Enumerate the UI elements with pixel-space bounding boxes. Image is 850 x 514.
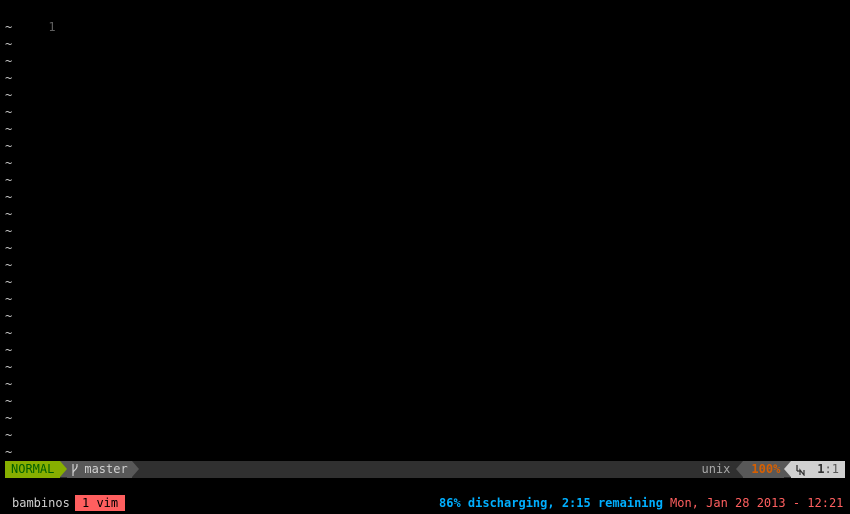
branch-name: master — [84, 462, 128, 476]
empty-line: ~ — [0, 444, 850, 460]
empty-line-marker: ~ — [5, 377, 13, 391]
empty-line-marker: ~ — [5, 258, 13, 272]
tmux-window-tab[interactable]: 1 vim — [75, 495, 126, 511]
empty-line-marker: ~ — [5, 428, 13, 442]
cursor-column: 1 — [831, 462, 839, 476]
empty-line: ~ — [0, 206, 850, 223]
empty-line: ~ — [0, 393, 850, 410]
empty-line: ~ — [0, 308, 850, 325]
empty-line-marker: ~ — [5, 88, 13, 102]
scroll-percent: 100% — [743, 461, 785, 478]
empty-line: ~ — [0, 223, 850, 240]
cursor-line: 1 — [817, 462, 825, 476]
powerline-separator — [784, 461, 792, 477]
empty-line-marker: ~ — [5, 139, 13, 153]
empty-line-marker: ~ — [5, 20, 13, 34]
empty-line: ~ — [0, 427, 850, 444]
editor-buffer[interactable]: 1 ~ ~ ~ ~ ~ ~ ~ ~ ~ ~ ~ ~ ~ ~ ~ ~ ~ ~ ~ ~ ~ ~ ~ ~ ~ ~ — [0, 2, 850, 460]
empty-line-marker: ~ — [5, 309, 13, 323]
vim-statusline: NORMAL master unix 100% 1:1 — [5, 461, 845, 478]
empty-line-marker: ~ — [5, 207, 13, 221]
buffer-line-1[interactable]: 1 — [0, 2, 850, 34]
empty-line: ~ — [0, 87, 850, 104]
battery-status: 86% discharging, 2:15 remaining — [439, 496, 663, 510]
empty-line-marker: ~ — [5, 173, 13, 187]
empty-line-marker: ~ — [5, 105, 13, 119]
empty-line-marker: ~ — [5, 190, 13, 204]
terminal-window: 1 ~ ~ ~ ~ ~ ~ ~ ~ ~ ~ ~ ~ ~ ~ ~ ~ ~ ~ ~ ~ ~ ~ ~ ~ ~ ~ NORMAL mast… — [0, 0, 850, 514]
empty-line: ~ — [0, 138, 850, 155]
empty-line: ~ — [0, 257, 850, 274]
powerline-separator — [131, 461, 139, 477]
empty-line-marker: ~ — [5, 343, 13, 357]
tmux-status-bar: bambinos 1 vim 86% discharging, 2:15 rem… — [0, 494, 850, 512]
empty-line: ~ — [0, 342, 850, 359]
empty-line-marker: ~ — [5, 326, 13, 340]
empty-line-marker: ~ — [5, 54, 13, 68]
empty-line: ~ — [0, 291, 850, 308]
empty-line: ~ — [0, 189, 850, 206]
empty-line-marker: ~ — [5, 394, 13, 408]
empty-line-marker: ~ — [5, 71, 13, 85]
empty-line-marker: ~ — [5, 445, 13, 459]
git-branch-icon — [72, 463, 78, 476]
empty-line: ~ — [0, 155, 850, 172]
tmux-session-name: bambinos — [12, 496, 70, 510]
empty-line: ~ — [0, 36, 850, 53]
mode-indicator: NORMAL — [5, 461, 61, 478]
line-number: 1 — [48, 20, 56, 34]
position-separator: : — [824, 462, 832, 476]
empty-line-marker: ~ — [5, 37, 13, 51]
line-number-icon — [796, 464, 805, 476]
empty-line-marker: ~ — [5, 360, 13, 374]
empty-line: ~ — [0, 70, 850, 87]
empty-line: ~ — [0, 240, 850, 257]
file-format: unix — [701, 462, 731, 476]
clock: Mon, Jan 28 2013 - 12:21 — [670, 496, 844, 510]
git-branch-segment: master — [67, 461, 132, 478]
empty-line-marker: ~ — [5, 156, 13, 170]
empty-line: ~ — [0, 274, 850, 291]
empty-line: ~ — [0, 325, 850, 342]
empty-line-marker: ~ — [5, 292, 13, 306]
empty-line-marker: ~ — [5, 224, 13, 238]
empty-line-marker: ~ — [5, 241, 13, 255]
empty-line: ~ — [0, 53, 850, 70]
empty-line: ~ — [0, 376, 850, 393]
empty-line: ~ — [0, 104, 850, 121]
powerline-separator — [60, 461, 68, 477]
empty-line-marker: ~ — [5, 275, 13, 289]
empty-line-marker: ~ — [5, 122, 13, 136]
empty-line: ~ — [0, 172, 850, 189]
statusline-filler — [138, 461, 702, 478]
empty-line: ~ — [0, 410, 850, 427]
cursor-position: 1:1 — [791, 461, 845, 478]
powerline-separator — [736, 461, 744, 477]
empty-line: ~ — [0, 19, 850, 36]
empty-line-marker: ~ — [5, 411, 13, 425]
empty-lines: ~ ~ ~ ~ ~ ~ ~ ~ ~ ~ ~ ~ ~ ~ ~ ~ ~ ~ ~ ~ ~ ~ ~ ~ ~ ~ — [0, 19, 850, 460]
empty-line: ~ — [0, 121, 850, 138]
empty-line: ~ — [0, 359, 850, 376]
